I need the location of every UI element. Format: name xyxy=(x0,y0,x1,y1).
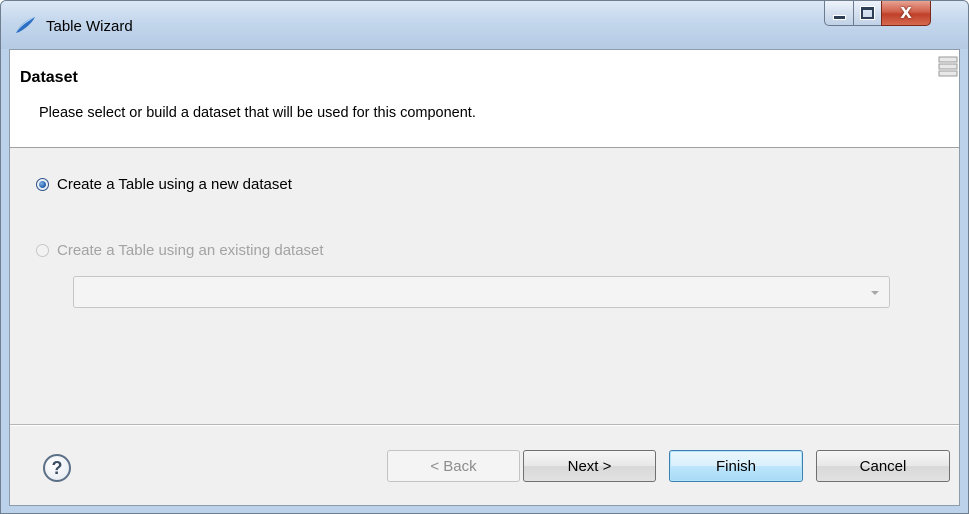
maximize-button[interactable] xyxy=(853,1,882,26)
back-button[interactable]: < Back xyxy=(387,450,520,482)
close-icon: X xyxy=(900,4,912,22)
radio-existing-dataset[interactable]: Create a Table using an existing dataset xyxy=(36,242,324,259)
chevron-down-icon[interactable] xyxy=(871,291,879,295)
finish-button[interactable]: Finish xyxy=(669,450,803,482)
radio-new-dataset[interactable]: Create a Table using a new dataset xyxy=(36,176,292,193)
help-icon[interactable]: ? xyxy=(43,454,71,482)
title-bar[interactable]: Table Wizard X xyxy=(1,1,968,49)
next-button[interactable]: Next > xyxy=(523,450,656,482)
maximize-icon xyxy=(861,7,874,19)
radio-button-icon[interactable] xyxy=(36,244,49,257)
close-button[interactable]: X xyxy=(881,1,931,26)
window-title: Table Wizard xyxy=(46,18,133,35)
footer-divider-highlight xyxy=(10,425,959,426)
radio-existing-dataset-label: Create a Table using an existing dataset xyxy=(57,242,324,259)
cancel-button[interactable]: Cancel xyxy=(816,450,950,482)
wizard-header: Dataset Please select or build a dataset… xyxy=(10,50,959,148)
page-description: Please select or build a dataset that wi… xyxy=(39,105,476,121)
wizard-banner-icon xyxy=(938,56,958,77)
wizard-content: Dataset Please select or build a dataset… xyxy=(9,49,960,506)
minimize-icon xyxy=(832,15,846,20)
minimize-button[interactable] xyxy=(824,1,854,26)
table-wizard-window: Table Wizard X Dataset Please select or … xyxy=(0,0,969,514)
radio-new-dataset-label: Create a Table using a new dataset xyxy=(57,176,292,193)
existing-dataset-combo[interactable] xyxy=(73,276,890,308)
eclipse-birt-icon xyxy=(16,17,35,33)
page-title: Dataset xyxy=(20,69,78,86)
radio-button-checked-icon[interactable] xyxy=(36,178,49,191)
